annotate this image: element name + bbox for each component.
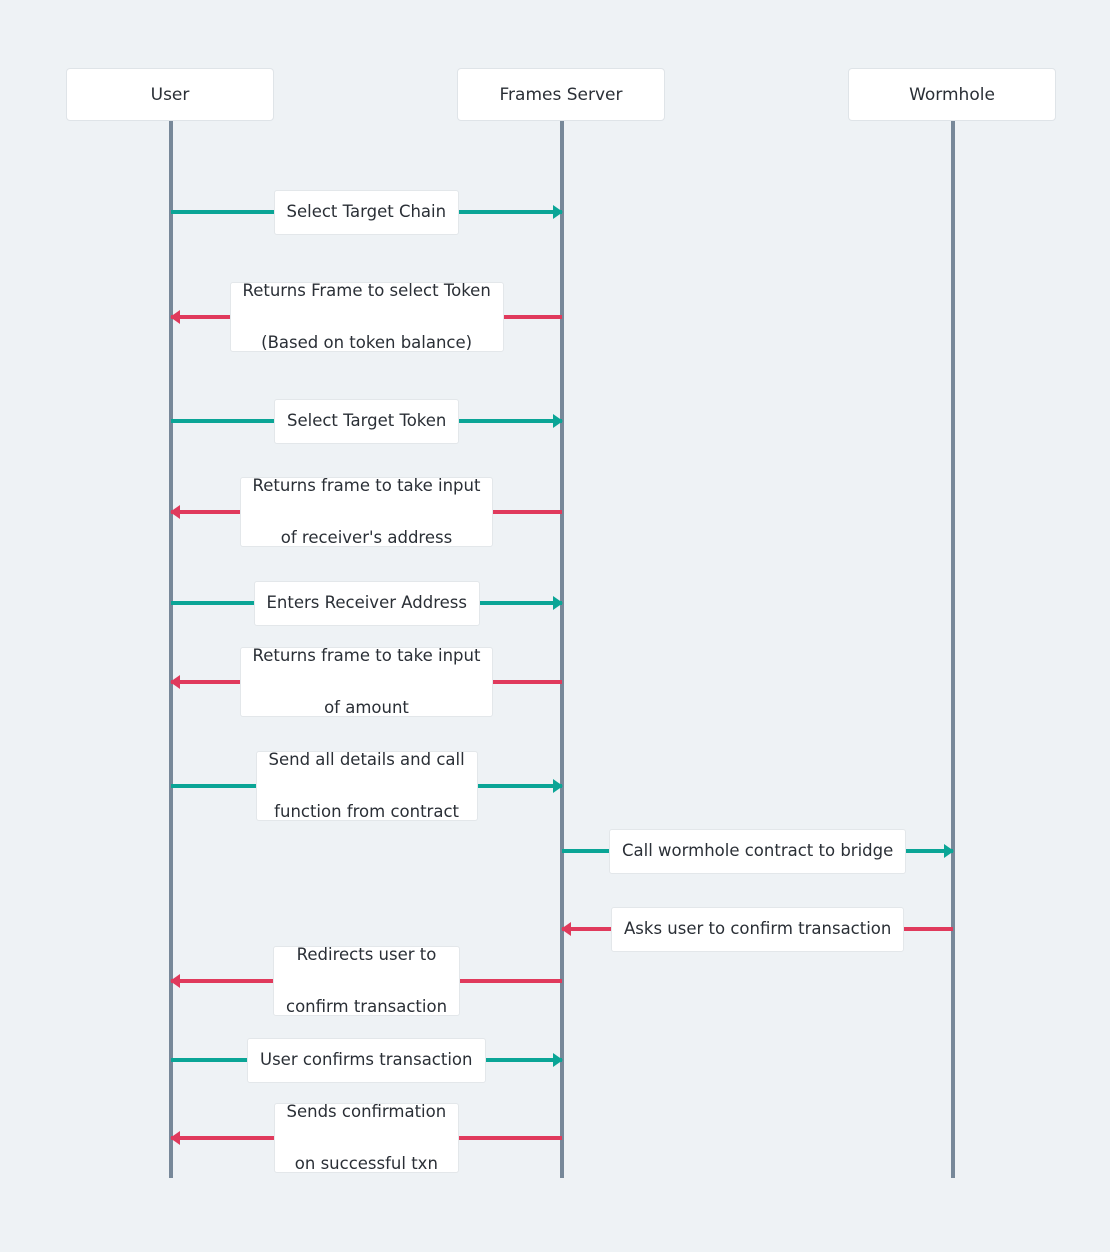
- message-label: Returns Frame to select Token (Based on t…: [229, 281, 504, 352]
- message-label: Returns frame to take input of receiver's…: [239, 476, 494, 547]
- lifeline-wormhole: [951, 121, 955, 1178]
- actor-label: User: [150, 84, 190, 105]
- arrowhead-right-icon: [553, 205, 563, 219]
- message-label: Sends confirmation on successful txn: [273, 1102, 460, 1173]
- arrowhead-left-icon: [561, 922, 571, 936]
- arrowhead-left-icon: [170, 505, 180, 519]
- arrowhead-left-icon: [170, 675, 180, 689]
- arrowhead-right-icon: [553, 1053, 563, 1067]
- actor-user: User: [66, 68, 274, 121]
- actor-label: Wormhole: [909, 84, 995, 105]
- message-label: Returns frame to take input of amount: [239, 646, 494, 717]
- arrowhead-left-icon: [170, 310, 180, 324]
- message-label: User confirms transaction: [247, 1037, 486, 1083]
- arrowhead-right-icon: [944, 844, 954, 858]
- message-label: Call wormhole contract to bridge: [609, 828, 907, 874]
- arrowhead-left-icon: [170, 974, 180, 988]
- arrowhead-left-icon: [170, 1131, 180, 1145]
- message-label: Select Target Token: [274, 398, 460, 444]
- actor-frames-server: Frames Server: [457, 68, 665, 121]
- message-label: Redirects user to confirm transaction: [273, 945, 461, 1016]
- lifeline-user: [169, 121, 173, 1178]
- arrowhead-right-icon: [553, 779, 563, 793]
- message-label: Select Target Chain: [273, 189, 460, 235]
- actor-label: Frames Server: [499, 84, 623, 105]
- arrowhead-right-icon: [553, 596, 563, 610]
- message-label: Send all details and call function from c…: [255, 750, 478, 821]
- message-label: Asks user to confirm transaction: [611, 906, 905, 952]
- arrowhead-right-icon: [553, 414, 563, 428]
- lifeline-frames-server: [560, 121, 564, 1178]
- message-label: Enters Receiver Address: [253, 580, 480, 626]
- actor-wormhole: Wormhole: [848, 68, 1056, 121]
